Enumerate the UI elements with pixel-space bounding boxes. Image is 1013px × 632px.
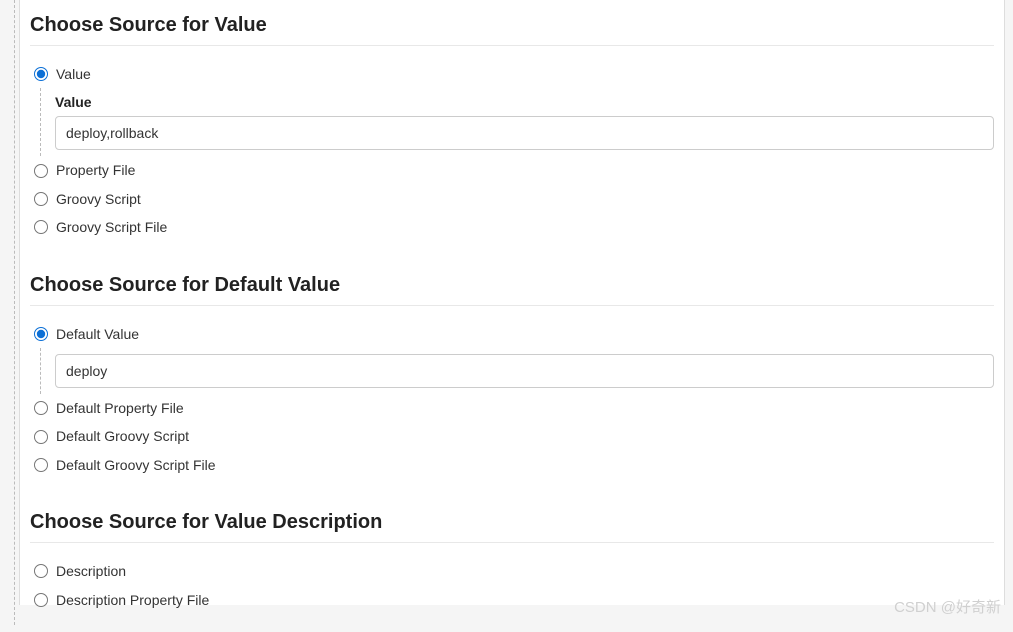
nested-default-value-input <box>40 348 994 394</box>
radio-row-description[interactable]: Description <box>30 557 994 585</box>
radio-row-default-groovy-script[interactable]: Default Groovy Script <box>30 422 994 450</box>
radio-default-groovy-script-file[interactable] <box>34 458 48 472</box>
field-label-value: Value <box>55 94 994 110</box>
radio-row-default-groovy-script-file[interactable]: Default Groovy Script File <box>30 451 994 479</box>
outer-container: Choose Source for Value Value Value Prop… <box>14 0 1013 625</box>
radio-default-property-file[interactable] <box>34 401 48 415</box>
radio-row-description-property-file[interactable]: Description Property File <box>30 586 994 614</box>
radio-label-default-groovy-script-file[interactable]: Default Groovy Script File <box>56 454 216 476</box>
section-default-value-source: Choose Source for Default Value Default … <box>20 260 1004 498</box>
radio-row-property-file[interactable]: Property File <box>30 156 994 184</box>
radio-row-groovy-script-file[interactable]: Groovy Script File <box>30 213 994 241</box>
radio-label-default-property-file[interactable]: Default Property File <box>56 397 184 419</box>
section-value-description-source: Choose Source for Value Description Desc… <box>20 497 1004 632</box>
form-panel: Choose Source for Value Value Value Prop… <box>19 0 1005 605</box>
radio-row-groovy-script[interactable]: Groovy Script <box>30 185 994 213</box>
radio-row-default-property-file[interactable]: Default Property File <box>30 394 994 422</box>
radio-label-description[interactable]: Description <box>56 560 126 582</box>
radio-label-description-property-file[interactable]: Description Property File <box>56 589 209 611</box>
section-title-value: Choose Source for Value <box>30 10 994 46</box>
radio-default-value[interactable] <box>34 327 48 341</box>
radio-label-property-file[interactable]: Property File <box>56 159 135 181</box>
radio-label-groovy-script[interactable]: Groovy Script <box>56 188 141 210</box>
radio-label-value[interactable]: Value <box>56 63 91 85</box>
radio-value[interactable] <box>34 67 48 81</box>
section-title-default-value: Choose Source for Default Value <box>30 270 994 306</box>
input-value[interactable] <box>55 116 994 150</box>
radio-groovy-script-file[interactable] <box>34 220 48 234</box>
section-value-source: Choose Source for Value Value Value Prop… <box>20 0 1004 260</box>
radio-label-groovy-script-file[interactable]: Groovy Script File <box>56 216 167 238</box>
radio-label-default-groovy-script[interactable]: Default Groovy Script <box>56 425 189 447</box>
radio-property-file[interactable] <box>34 164 48 178</box>
radio-default-groovy-script[interactable] <box>34 430 48 444</box>
radio-row-value[interactable]: Value <box>30 60 994 88</box>
radio-description-property-file[interactable] <box>34 593 48 607</box>
section-title-value-description: Choose Source for Value Description <box>30 507 994 543</box>
radio-label-default-value[interactable]: Default Value <box>56 323 139 345</box>
nested-value-input: Value <box>40 88 994 156</box>
radio-description[interactable] <box>34 564 48 578</box>
radio-row-default-value[interactable]: Default Value <box>30 320 994 348</box>
radio-groovy-script[interactable] <box>34 192 48 206</box>
input-default-value[interactable] <box>55 354 994 388</box>
